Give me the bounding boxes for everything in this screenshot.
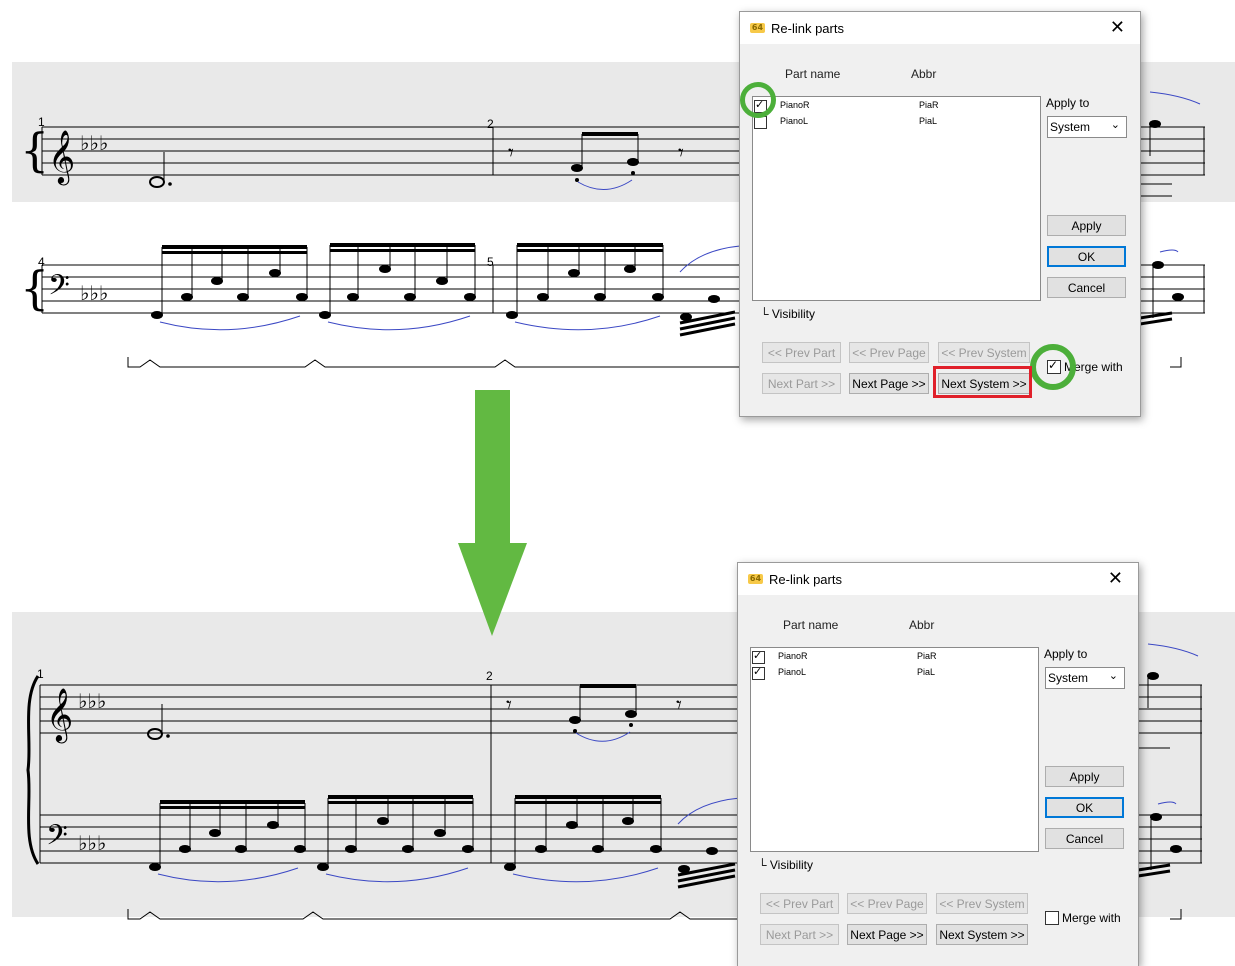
ok-button[interactable]: OK (1047, 246, 1126, 267)
next-page-button[interactable]: Next Page >> (849, 373, 929, 394)
close-icon[interactable]: ✕ (1108, 568, 1123, 589)
svg-text:𝄾: 𝄾 (508, 141, 514, 166)
apply-button[interactable]: Apply (1047, 215, 1126, 236)
top-bass-key-sig: ♭♭♭ (80, 281, 108, 305)
part-checkbox[interactable]: ✓ (752, 665, 765, 680)
corner-icon: └ (758, 858, 767, 872)
measure-number: 1 (37, 667, 44, 681)
apply-to-value: System (1048, 671, 1089, 685)
dialog-title: Re-link parts (771, 21, 844, 36)
measure-number: 2 (487, 117, 494, 131)
checkmark-icon: ✓ (753, 665, 763, 678)
cancel-button[interactable]: Cancel (1047, 277, 1126, 298)
part-name: PianoR (780, 100, 810, 110)
svg-text:𝄾: 𝄾 (678, 141, 684, 166)
prev-page-button[interactable]: << Prev Page (849, 342, 929, 363)
top-treble-key-sig: ♭♭♭ (80, 131, 108, 155)
highlight-circle-parts-checkbox (740, 82, 776, 118)
measure-number: 4 (38, 255, 45, 269)
svg-text:𝄾: 𝄾 (506, 693, 512, 718)
part-name: PianoL (778, 667, 807, 677)
bottom-treble-key-sig: ♭♭♭ (78, 689, 106, 713)
apply-to-label: Apply to (1044, 647, 1088, 661)
measure-number: 1 (38, 115, 45, 129)
top-treble-brace: { (20, 123, 49, 177)
prev-part-button[interactable]: << Prev Part (762, 342, 841, 363)
highlight-circle-merge-checkbox (1030, 344, 1076, 390)
apply-to-label: Apply to (1046, 96, 1090, 110)
relink-parts-dialog-bottom: 64 Re-link parts ✕ Part name Abbr ✓ Pian… (737, 562, 1139, 966)
visibility-label: Visibility (771, 307, 815, 321)
apply-to-dropdown[interactable]: System ⌄ (1047, 116, 1127, 138)
next-page-button[interactable]: Next Page >> (847, 924, 927, 945)
column-header-abbr: Abbr (909, 618, 935, 632)
ok-button[interactable]: OK (1045, 797, 1124, 818)
app-icon: 64 (750, 23, 765, 33)
part-abbr: PiaL (919, 116, 938, 126)
title-bar: 64 Re-link parts ✕ (740, 12, 1140, 44)
prev-part-button[interactable]: << Prev Part (760, 893, 839, 914)
close-icon[interactable]: ✕ (1110, 17, 1125, 38)
bottom-treble-clef: 𝄞 (46, 687, 73, 743)
cancel-button[interactable]: Cancel (1045, 828, 1124, 849)
prev-page-button[interactable]: << Prev Page (847, 893, 927, 914)
dialog-title: Re-link parts (769, 572, 842, 587)
column-header-abbr: Abbr (911, 67, 937, 81)
checkmark-icon: ✓ (753, 649, 763, 662)
corner-icon: └ (760, 307, 769, 321)
top-bass-brace: { (20, 261, 49, 315)
apply-to-value: System (1050, 120, 1091, 134)
next-system-button[interactable]: Next System >> (936, 924, 1028, 945)
app-icon: 64 (748, 574, 763, 584)
merge-with-label: Merge with (1062, 911, 1121, 925)
next-part-button[interactable]: Next Part >> (762, 373, 841, 394)
svg-text:𝄾: 𝄾 (676, 693, 682, 718)
top-treble-clef: 𝄞 (48, 129, 75, 185)
part-name: PianoR (778, 651, 808, 661)
grand-staff-brace (26, 675, 40, 865)
merge-with-checkbox[interactable] (1045, 911, 1059, 925)
parts-list[interactable]: ✓ PianoR PiaR ✓ PianoL PiaL (750, 647, 1039, 852)
column-header-part-name: Part name (783, 618, 839, 632)
top-bass-clef: 𝄢 (48, 269, 70, 309)
part-abbr: PiaR (919, 100, 939, 110)
title-bar: 64 Re-link parts ✕ (738, 563, 1138, 595)
visibility-section: └ Visibility (760, 307, 815, 321)
down-arrow (458, 390, 527, 636)
apply-button[interactable]: Apply (1045, 766, 1124, 787)
apply-to-dropdown[interactable]: System ⌄ (1045, 667, 1125, 689)
bottom-bass-clef: 𝄢 (46, 819, 68, 859)
chevron-down-icon: ⌄ (1110, 118, 1120, 131)
visibility-label: Visibility (769, 858, 813, 872)
part-abbr: PiaR (917, 651, 937, 661)
next-part-button[interactable]: Next Part >> (760, 924, 839, 945)
highlight-box-next-system (933, 366, 1032, 398)
parts-list[interactable]: ✓ PianoR PiaR PianoL PiaL (752, 96, 1041, 301)
part-checkbox[interactable]: ✓ (752, 649, 765, 664)
prev-system-button[interactable]: << Prev System (938, 342, 1030, 363)
bottom-bass-key-sig: ♭♭♭ (78, 831, 106, 855)
measure-number: 2 (486, 669, 493, 683)
prev-system-button[interactable]: << Prev System (936, 893, 1028, 914)
chevron-down-icon: ⌄ (1108, 669, 1118, 682)
relink-parts-dialog-top: 64 Re-link parts ✕ Part name Abbr ✓ Pian… (739, 11, 1141, 417)
visibility-section: └ Visibility (758, 858, 813, 872)
column-header-part-name: Part name (785, 67, 841, 81)
part-abbr: PiaL (917, 667, 936, 677)
part-name: PianoL (780, 116, 809, 126)
measure-number: 5 (487, 255, 494, 269)
